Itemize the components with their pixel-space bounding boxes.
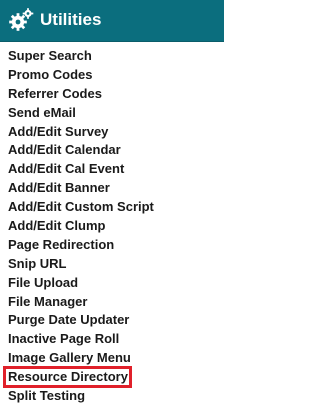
menu-item-add-edit-clump[interactable]: Add/Edit Clump bbox=[0, 217, 224, 236]
menu-item-add-edit-banner[interactable]: Add/Edit Banner bbox=[0, 179, 224, 198]
menu-item-add-edit-survey[interactable]: Add/Edit Survey bbox=[0, 123, 224, 142]
menu-item-add-edit-custom-script[interactable]: Add/Edit Custom Script bbox=[0, 198, 224, 217]
menu-item-snip-url[interactable]: Snip URL bbox=[0, 255, 224, 274]
menu-item-page-redirection[interactable]: Page Redirection bbox=[0, 236, 224, 255]
menu-item-referrer-codes[interactable]: Referrer Codes bbox=[0, 85, 224, 104]
menu-item-purge-date-updater[interactable]: Purge Date Updater bbox=[0, 311, 224, 330]
menu-item-label: Resource Directory bbox=[8, 369, 128, 385]
menu-item-resource-directory[interactable]: Resource Directory bbox=[0, 366, 224, 389]
menu-item-super-search[interactable]: Super Search bbox=[0, 47, 224, 66]
menu-item-send-email[interactable]: Send eMail bbox=[0, 104, 224, 123]
menu-item-inactive-page-roll[interactable]: Inactive Page Roll bbox=[0, 330, 224, 349]
utilities-header: Utilities bbox=[0, 0, 224, 42]
header-title: Utilities bbox=[40, 10, 102, 29]
menu-item-add-edit-cal-event[interactable]: Add/Edit Cal Event bbox=[0, 160, 224, 179]
menu-item-split-testing[interactable]: Split Testing bbox=[0, 387, 224, 406]
utilities-menu: Super Search Promo Codes Referrer Codes … bbox=[0, 47, 224, 406]
menu-item-image-gallery-menu[interactable]: Image Gallery Menu bbox=[0, 349, 224, 368]
menu-item-file-manager[interactable]: File Manager bbox=[0, 293, 224, 312]
menu-item-add-edit-calendar[interactable]: Add/Edit Calendar bbox=[0, 141, 224, 160]
menu-item-file-upload[interactable]: File Upload bbox=[0, 274, 224, 293]
gears-icon bbox=[8, 7, 34, 33]
menu-item-promo-codes[interactable]: Promo Codes bbox=[0, 66, 224, 85]
